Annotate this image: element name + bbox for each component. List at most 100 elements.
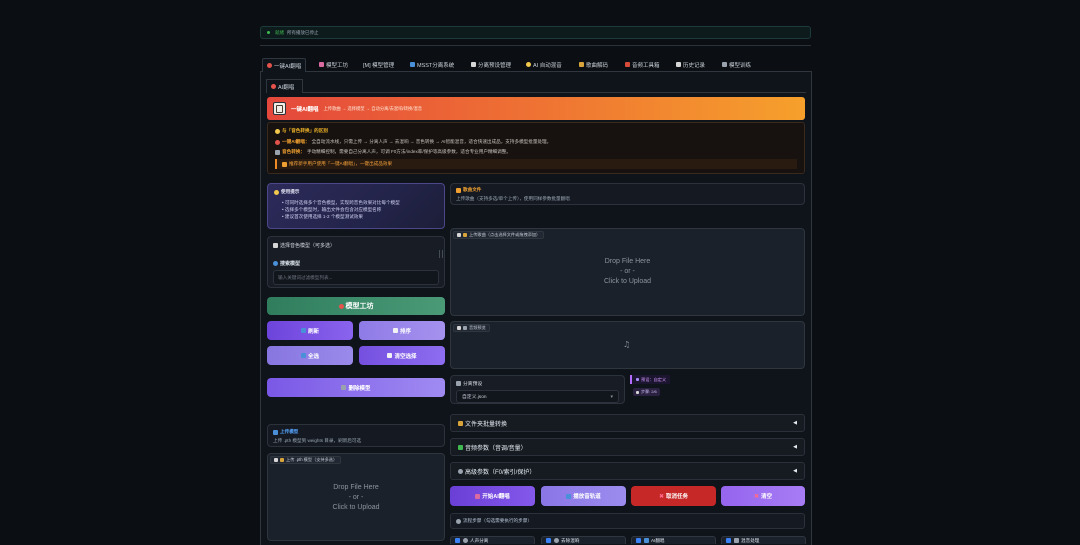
tab-label: [M] 模型管理 bbox=[363, 62, 395, 69]
tab-one-click-cover[interactable]: 一键AI翻唱 bbox=[262, 58, 307, 72]
sort-label: 排序 bbox=[399, 328, 411, 335]
tab-label: 音频工具箱 bbox=[632, 62, 660, 69]
step-mixing[interactable]: 混音处理 bbox=[721, 536, 806, 544]
model-dropzone[interactable]: 上传 .pth 模型（支持多选） Drop File Here - or - C… bbox=[267, 453, 445, 541]
model-dropzone-label: 上传 .pth 模型（支持多选） bbox=[270, 456, 342, 464]
tab-separation-presets[interactable]: 分离预设管理 bbox=[467, 58, 515, 71]
model-search-input[interactable] bbox=[273, 270, 439, 285]
info-line: 一键AI翻唱： 全自动流水线，只需上传 → 分离人声 → 去混响 → 音色转换 →… bbox=[275, 139, 797, 145]
song-dropzone[interactable]: 上传歌曲（点击选择文件或拖拽添加） Drop File Here - or - … bbox=[450, 228, 805, 316]
song-dropzone-label-text: 上传歌曲（点击选择文件或拖拽添加） bbox=[469, 232, 541, 237]
delete-model-button[interactable]: 删除模型 bbox=[267, 378, 445, 397]
clear-label: 清空 bbox=[761, 494, 773, 500]
song-dropzone-label: 上传歌曲（点击选择文件或拖拽添加） bbox=[453, 231, 545, 239]
accordion-folder-batch[interactable]: 文件夹批量转换 ◀ bbox=[450, 414, 805, 432]
gear-icon bbox=[458, 468, 463, 474]
target-icon bbox=[275, 139, 280, 145]
cancel-task-button[interactable]: ✖ 取消任务 bbox=[631, 486, 716, 506]
preset-badge: 预设：自定义 bbox=[630, 375, 671, 384]
sort-icon bbox=[392, 328, 398, 333]
select-all-button[interactable]: 全选 bbox=[267, 346, 353, 365]
info-tip: 推荐新手用户使用「一键AI翻唱」，一键出成品效果 bbox=[275, 159, 797, 169]
select-all-label: 全选 bbox=[307, 353, 319, 360]
info-tip-text: 推荐新手用户使用「一键AI翻唱」，一键出成品效果 bbox=[289, 161, 393, 166]
mixer-icon bbox=[319, 62, 324, 67]
target-icon bbox=[271, 84, 276, 89]
difference-info: 与「音色转换」的区别 一键AI翻唱： 全自动流水线，只需上传 → 分离人声 → 去… bbox=[267, 122, 805, 174]
checkbox-checked-icon[interactable] bbox=[636, 538, 641, 543]
sparkle-icon bbox=[636, 378, 639, 381]
banner-subtitle: 上传歌曲 → 选择模型 → 自动分离/去混响/转换/混音 bbox=[323, 105, 423, 111]
step-dereverb[interactable]: 去除混响 bbox=[541, 536, 626, 544]
accordion-label: 文件夹批量转换 bbox=[465, 421, 508, 428]
tab-label: 模型训练 bbox=[729, 62, 752, 69]
or-text: - or - bbox=[348, 494, 364, 501]
clear-selection-button[interactable]: 清空选择 bbox=[359, 346, 445, 365]
collapse-arrow-icon: ◀ bbox=[793, 444, 797, 450]
tab-model-management[interactable]: [M] 模型管理 bbox=[359, 58, 398, 71]
drop-text: Drop File Here bbox=[604, 258, 651, 265]
refresh-label: 刷新 bbox=[307, 328, 319, 335]
file-icon bbox=[274, 458, 278, 462]
sort-button[interactable]: 排序 bbox=[359, 321, 445, 340]
info-line: 音色转换： 手动精细控制，需要自己分离人声，可调 F0方法/index率/保护等高… bbox=[275, 149, 797, 155]
accordion-label: 高级参数（F0/索引/保护） bbox=[465, 469, 536, 476]
folder-icon bbox=[458, 420, 463, 426]
checkbox-checked-icon[interactable] bbox=[455, 538, 460, 543]
tab-model-training[interactable]: 模型训练 bbox=[718, 58, 755, 71]
preset-step-text: 步骤: 2/6 bbox=[641, 389, 657, 394]
play-tracks-label: 播放音轨道 bbox=[573, 494, 601, 500]
step-vocal-separation[interactable]: 人声分离 bbox=[450, 536, 535, 544]
sliders-icon bbox=[458, 444, 463, 450]
tab-history[interactable]: 历史记录 bbox=[672, 58, 709, 71]
start-cover-label: 开始AI翻唱 bbox=[482, 494, 510, 500]
checkbox-checked-icon[interactable] bbox=[546, 538, 551, 543]
tab-song-decode[interactable]: 歌曲解码 bbox=[575, 58, 612, 71]
accordion-advanced-params[interactable]: 高级参数（F0/索引/保护） ◀ bbox=[450, 462, 805, 480]
checkbox-checked-icon[interactable] bbox=[726, 538, 731, 543]
clear-button[interactable]: ✖ 清空 bbox=[721, 486, 805, 506]
preset-label-text: 分离预设 bbox=[463, 382, 483, 387]
tab-audio-toolbox[interactable]: 音频工具箱 bbox=[621, 58, 664, 71]
info-line-text: 全自动流水线，只需上传 → 分离人声 → 去混响 → 音色转换 → AI智能混音… bbox=[311, 139, 552, 144]
info-line-label: 一键AI翻唱： bbox=[282, 139, 310, 144]
close-icon: ✖ bbox=[753, 492, 759, 500]
upload-model-title-text: 上传模型 bbox=[280, 429, 299, 434]
accordion-audio-params[interactable]: 音频参数（音调/音量） ◀ bbox=[450, 438, 805, 456]
cancel-task-label: 取消任务 bbox=[666, 494, 689, 500]
step-ai-cover[interactable]: AI翻唱 bbox=[631, 536, 716, 544]
model-workshop-button[interactable]: 模型工坊 bbox=[267, 297, 445, 315]
step-label: AI翻唱 bbox=[651, 537, 665, 543]
steps-title: 流程步骤（勾选需要执行的步骤） bbox=[463, 518, 532, 523]
subtab-label: AI翻唱 bbox=[278, 84, 295, 91]
play-tracks-button[interactable]: 播放音轨道 bbox=[541, 486, 626, 506]
subtab-ai-cover[interactable]: AI翻唱 bbox=[266, 79, 303, 93]
audio-preview[interactable]: 音频预览 ♫ bbox=[450, 321, 805, 369]
sparkle-icon bbox=[526, 62, 531, 67]
toolbox-icon bbox=[625, 62, 630, 67]
separation-preset: 分离预设 自定义.json ▾ bbox=[450, 375, 625, 404]
refresh-button[interactable]: 刷新 bbox=[267, 321, 353, 340]
tip-item: • 选择多个模型时，输出文件会包含对应模型名称 bbox=[282, 207, 382, 212]
tab-model-workshop[interactable]: 模型工坊 bbox=[315, 58, 352, 71]
start-cover-button[interactable]: 开始AI翻唱 bbox=[450, 486, 535, 506]
tip-item: • 建议首次使用选择 1-2 个模型测试效果 bbox=[282, 214, 363, 219]
tab-msst-separation[interactable]: MSST分离系统 bbox=[406, 58, 458, 71]
tab-label: 一键AI翻唱 bbox=[274, 63, 302, 70]
wrench-icon bbox=[722, 62, 727, 67]
drop-text: Drop File Here bbox=[333, 484, 379, 491]
gear-icon bbox=[456, 518, 461, 524]
refresh-icon bbox=[300, 328, 306, 333]
tips-title-text: 使用提示 bbox=[281, 189, 300, 194]
package-icon bbox=[273, 429, 278, 435]
step-label: 混音处理 bbox=[741, 537, 760, 543]
preset-dropdown[interactable]: 自定义.json ▾ bbox=[456, 390, 619, 403]
model-select-panel: 选择音色模型（可多选） 搜索模型 bbox=[267, 236, 445, 288]
tab-ai-automix[interactable]: AI 自动混音 bbox=[522, 58, 566, 71]
info-line-text: 手动精细控制，需要自己分离人声，可调 F0方法/index率/保护等高级参数，适… bbox=[306, 149, 511, 154]
checkbox-icon bbox=[300, 353, 306, 358]
upload-model-info: 上传模型 上传 .pth 模型到 weights 目录，刷新后可选 bbox=[267, 424, 445, 447]
divider bbox=[260, 45, 811, 46]
resize-handle[interactable] bbox=[439, 250, 443, 258]
music-note-icon bbox=[457, 326, 461, 330]
